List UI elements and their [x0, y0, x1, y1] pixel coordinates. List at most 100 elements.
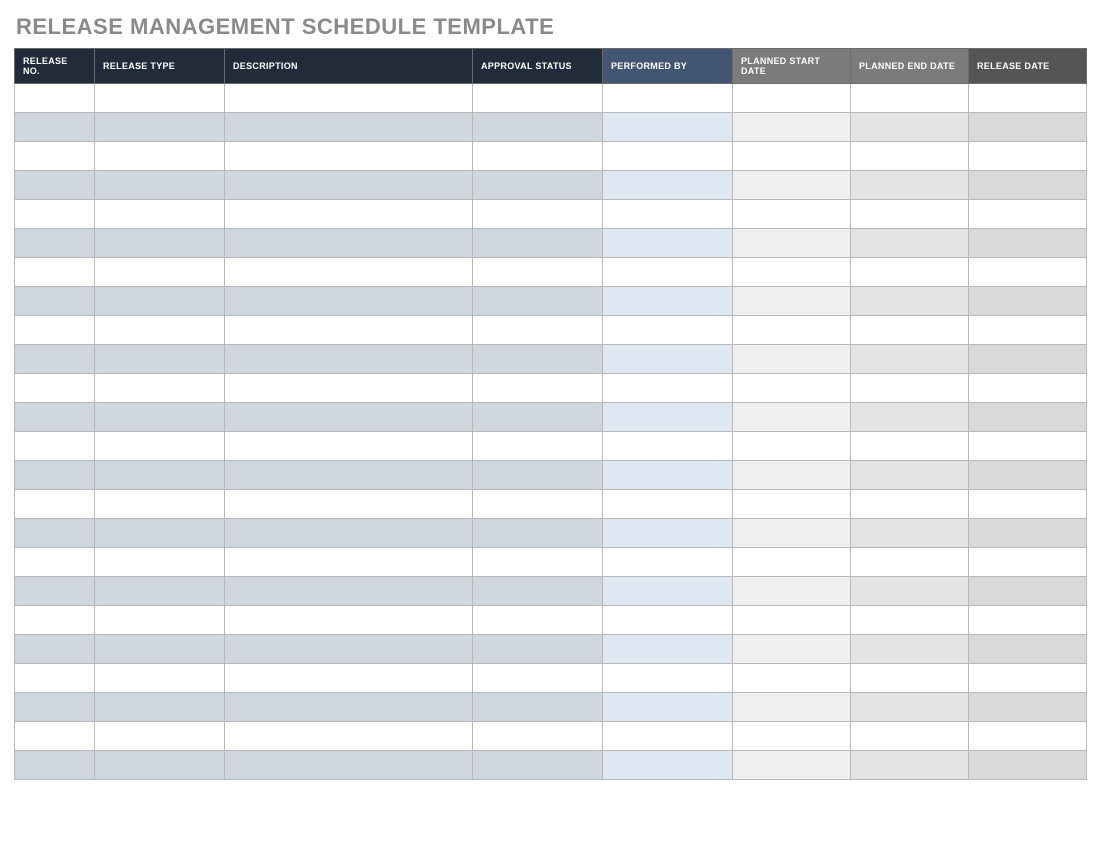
cell-approval-status[interactable] [473, 142, 603, 171]
cell-description[interactable] [225, 142, 473, 171]
cell-performed-by[interactable] [603, 548, 733, 577]
cell-description[interactable] [225, 200, 473, 229]
cell-release-no[interactable] [15, 577, 95, 606]
cell-planned-start-date[interactable] [733, 287, 851, 316]
cell-release-no[interactable] [15, 403, 95, 432]
cell-performed-by[interactable] [603, 461, 733, 490]
cell-release-date[interactable] [969, 664, 1087, 693]
cell-release-date[interactable] [969, 432, 1087, 461]
cell-release-no[interactable] [15, 345, 95, 374]
cell-description[interactable] [225, 664, 473, 693]
cell-performed-by[interactable] [603, 84, 733, 113]
cell-planned-end-date[interactable] [851, 113, 969, 142]
cell-release-date[interactable] [969, 751, 1087, 780]
cell-release-type[interactable] [95, 171, 225, 200]
cell-release-type[interactable] [95, 490, 225, 519]
cell-approval-status[interactable] [473, 171, 603, 200]
cell-approval-status[interactable] [473, 229, 603, 258]
cell-description[interactable] [225, 635, 473, 664]
cell-planned-start-date[interactable] [733, 722, 851, 751]
cell-planned-end-date[interactable] [851, 461, 969, 490]
cell-release-no[interactable] [15, 664, 95, 693]
cell-planned-end-date[interactable] [851, 635, 969, 664]
cell-planned-start-date[interactable] [733, 171, 851, 200]
cell-release-date[interactable] [969, 490, 1087, 519]
cell-release-no[interactable] [15, 142, 95, 171]
cell-release-type[interactable] [95, 432, 225, 461]
cell-approval-status[interactable] [473, 461, 603, 490]
cell-release-date[interactable] [969, 374, 1087, 403]
cell-release-date[interactable] [969, 606, 1087, 635]
cell-description[interactable] [225, 490, 473, 519]
cell-release-no[interactable] [15, 374, 95, 403]
cell-release-no[interactable] [15, 229, 95, 258]
cell-planned-start-date[interactable] [733, 258, 851, 287]
cell-release-date[interactable] [969, 200, 1087, 229]
cell-planned-end-date[interactable] [851, 490, 969, 519]
cell-description[interactable] [225, 374, 473, 403]
cell-release-type[interactable] [95, 751, 225, 780]
cell-release-date[interactable] [969, 519, 1087, 548]
cell-planned-end-date[interactable] [851, 142, 969, 171]
cell-planned-start-date[interactable] [733, 519, 851, 548]
cell-release-no[interactable] [15, 258, 95, 287]
cell-release-date[interactable] [969, 548, 1087, 577]
cell-planned-end-date[interactable] [851, 316, 969, 345]
cell-release-type[interactable] [95, 664, 225, 693]
cell-description[interactable] [225, 316, 473, 345]
cell-release-no[interactable] [15, 84, 95, 113]
cell-performed-by[interactable] [603, 664, 733, 693]
cell-performed-by[interactable] [603, 606, 733, 635]
cell-release-no[interactable] [15, 113, 95, 142]
cell-release-date[interactable] [969, 461, 1087, 490]
cell-planned-start-date[interactable] [733, 635, 851, 664]
cell-planned-start-date[interactable] [733, 548, 851, 577]
cell-approval-status[interactable] [473, 316, 603, 345]
cell-approval-status[interactable] [473, 84, 603, 113]
cell-planned-end-date[interactable] [851, 693, 969, 722]
cell-performed-by[interactable] [603, 287, 733, 316]
cell-release-no[interactable] [15, 200, 95, 229]
cell-approval-status[interactable] [473, 200, 603, 229]
cell-release-date[interactable] [969, 84, 1087, 113]
cell-release-type[interactable] [95, 84, 225, 113]
cell-planned-start-date[interactable] [733, 229, 851, 258]
cell-planned-end-date[interactable] [851, 345, 969, 374]
cell-approval-status[interactable] [473, 606, 603, 635]
cell-approval-status[interactable] [473, 519, 603, 548]
cell-performed-by[interactable] [603, 519, 733, 548]
cell-release-no[interactable] [15, 519, 95, 548]
cell-performed-by[interactable] [603, 142, 733, 171]
cell-performed-by[interactable] [603, 751, 733, 780]
cell-planned-end-date[interactable] [851, 84, 969, 113]
cell-approval-status[interactable] [473, 548, 603, 577]
cell-performed-by[interactable] [603, 345, 733, 374]
cell-planned-end-date[interactable] [851, 171, 969, 200]
cell-release-no[interactable] [15, 693, 95, 722]
cell-planned-start-date[interactable] [733, 345, 851, 374]
cell-release-date[interactable] [969, 403, 1087, 432]
cell-performed-by[interactable] [603, 374, 733, 403]
cell-approval-status[interactable] [473, 722, 603, 751]
cell-description[interactable] [225, 171, 473, 200]
cell-planned-end-date[interactable] [851, 548, 969, 577]
cell-description[interactable] [225, 577, 473, 606]
cell-performed-by[interactable] [603, 316, 733, 345]
cell-release-date[interactable] [969, 722, 1087, 751]
cell-description[interactable] [225, 432, 473, 461]
cell-approval-status[interactable] [473, 287, 603, 316]
cell-planned-start-date[interactable] [733, 606, 851, 635]
cell-performed-by[interactable] [603, 577, 733, 606]
cell-approval-status[interactable] [473, 113, 603, 142]
cell-planned-end-date[interactable] [851, 200, 969, 229]
cell-description[interactable] [225, 258, 473, 287]
cell-release-type[interactable] [95, 345, 225, 374]
cell-release-no[interactable] [15, 316, 95, 345]
cell-planned-end-date[interactable] [851, 403, 969, 432]
cell-release-date[interactable] [969, 287, 1087, 316]
cell-release-type[interactable] [95, 113, 225, 142]
cell-release-type[interactable] [95, 374, 225, 403]
cell-approval-status[interactable] [473, 751, 603, 780]
cell-planned-start-date[interactable] [733, 374, 851, 403]
cell-release-no[interactable] [15, 461, 95, 490]
